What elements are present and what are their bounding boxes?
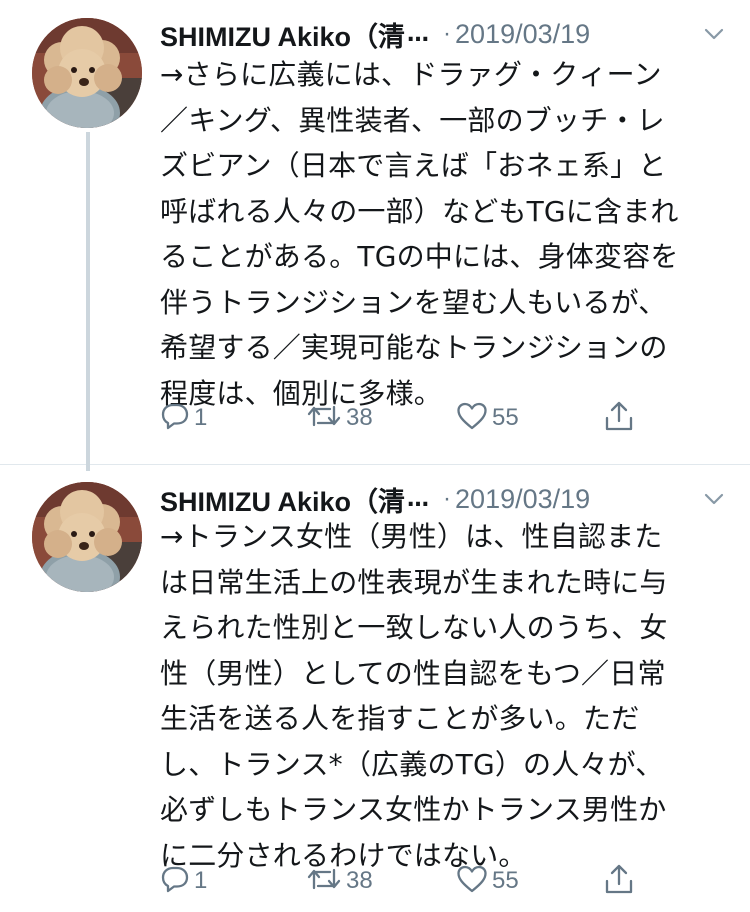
tweet-text-line: 伴うトランジションを望む人もいるが、 xyxy=(160,285,667,319)
tweet-text-line: し、トランス*（広義のTG）の人々が、 xyxy=(160,747,664,781)
share-button[interactable] xyxy=(604,863,634,899)
tweet-header: SHIMIZU Akiko（清 … · 2019/03/19 xyxy=(160,14,726,54)
poodle-avatar-icon xyxy=(32,482,142,592)
tweet-actions: 1 38 55 xyxy=(160,861,726,901)
chevron-down-icon[interactable] xyxy=(702,487,726,511)
name-ellipsis: … xyxy=(407,21,430,47)
reply-button[interactable]: 1 xyxy=(160,401,207,435)
tweet-text-line: 生活を送る人を指すことが多い。ただ xyxy=(160,702,640,735)
tweet-text-line: ることがある。TGの中には、身体変容を xyxy=(160,240,679,273)
tweet-actions: 1 38 55 xyxy=(160,398,726,438)
like-button[interactable]: 55 xyxy=(456,864,519,898)
tweet-date[interactable]: 2019/03/19 xyxy=(455,19,590,50)
chevron-down-icon[interactable] xyxy=(702,22,726,46)
retweet-count: 38 xyxy=(346,867,373,894)
reply-button[interactable]: 1 xyxy=(160,864,207,898)
heart-icon xyxy=(456,864,488,898)
tweet[interactable]: SHIMIZU Akiko（清 … · 2019/03/19 →トランス女性（男… xyxy=(0,459,750,912)
tweet-text-line: は日常生活上の性表現が生まれた時に与 xyxy=(160,565,668,599)
tweet-date[interactable]: 2019/03/19 xyxy=(455,484,590,515)
avatar[interactable] xyxy=(32,18,142,128)
tweet-text: →さらに広義には、ドラァグ・クィーン ／キング、異性装者、一部のブッチ・レ ズビ… xyxy=(160,52,720,416)
tweet-header: SHIMIZU Akiko（清 … · 2019/03/19 xyxy=(160,479,726,519)
tweet-text-line: 呼ばれる人々の一部）などもTGに含まれ xyxy=(160,194,679,228)
thread-connector-line xyxy=(86,132,90,471)
author-name[interactable]: SHIMIZU Akiko（清 xyxy=(160,480,405,519)
name-ellipsis: … xyxy=(407,486,430,512)
reply-count: 1 xyxy=(194,404,208,431)
share-button[interactable] xyxy=(604,400,634,436)
tweet-text-line: ／キング、異性装者、一部のブッチ・レ xyxy=(160,103,665,137)
tweet-text-line: →さらに広義には、ドラァグ・クィーン xyxy=(160,58,662,91)
header-separator: · xyxy=(443,485,452,512)
like-button[interactable]: 55 xyxy=(456,401,519,435)
avatar[interactable] xyxy=(32,482,142,592)
tweet-text-line: →トランス女性（男性）は、性自認また xyxy=(160,520,663,553)
thread-connector-line xyxy=(86,459,90,471)
retweet-icon xyxy=(306,864,342,898)
reply-icon xyxy=(160,401,190,435)
poodle-avatar-icon xyxy=(32,18,142,128)
tweet-text-line: 希望する／実現可能なトランジションの xyxy=(160,331,668,364)
like-count: 55 xyxy=(492,404,519,431)
tweet-text: →トランス女性（男性）は、性自認また は日常生活上の性表現が生まれた時に与 えら… xyxy=(160,514,720,878)
retweet-button[interactable]: 38 xyxy=(306,864,373,898)
author-name[interactable]: SHIMIZU Akiko（清 xyxy=(160,15,405,54)
retweet-count: 38 xyxy=(346,404,373,431)
reply-icon xyxy=(160,864,190,898)
share-icon xyxy=(604,400,634,436)
reply-count: 1 xyxy=(194,867,208,894)
share-icon xyxy=(604,863,634,899)
retweet-icon xyxy=(306,401,342,435)
tweet-text-line: えられた性別と一致しない人のうち、女 xyxy=(160,611,668,644)
heart-icon xyxy=(456,401,488,435)
retweet-button[interactable]: 38 xyxy=(306,401,373,435)
header-separator: · xyxy=(443,20,452,47)
tweet-text-line: 性（男性）としての性自認をもつ／日常 xyxy=(160,656,666,690)
tweet-text-line: ズビアン（日本で言えば「おネェ系」と xyxy=(160,149,667,182)
tweet[interactable]: SHIMIZU Akiko（清 … · 2019/03/19 →さらに広義には、… xyxy=(0,0,750,471)
tweet-text-line: 必ずしもトランス女性かトランス男性か xyxy=(160,793,667,826)
like-count: 55 xyxy=(492,867,519,894)
